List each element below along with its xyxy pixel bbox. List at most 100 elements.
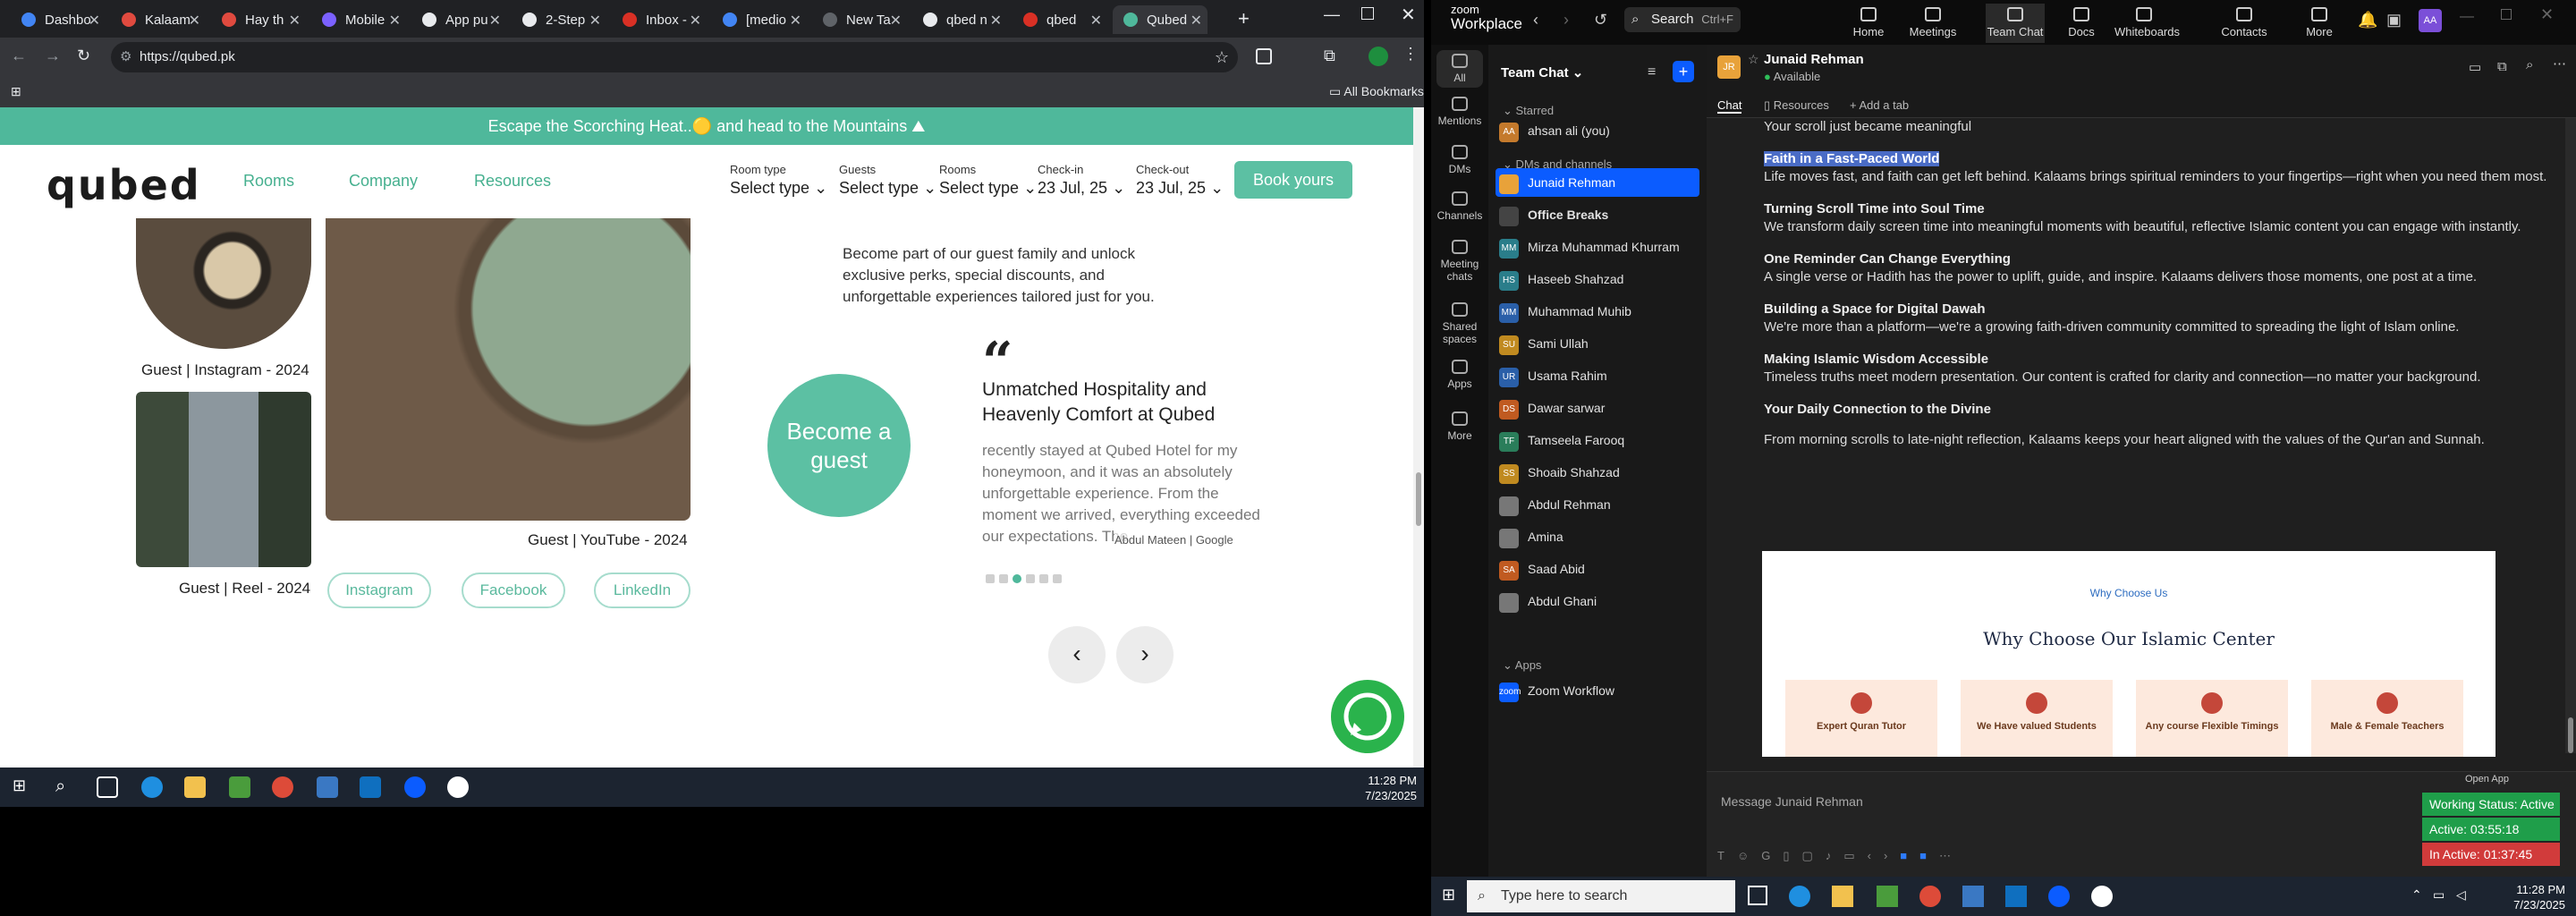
chat-list-item[interactable]: AA ahsan ali (you): [1496, 116, 1699, 145]
store-icon[interactable]: [229, 776, 250, 798]
top-nav-contacts[interactable]: Contacts: [2215, 4, 2274, 43]
extension-icon[interactable]: [1256, 48, 1272, 64]
clock[interactable]: 11:28 PM 7/23/2025: [2513, 882, 2565, 912]
emoji-icon[interactable]: ☺: [1737, 849, 1761, 862]
chrome-icon[interactable]: [272, 776, 293, 798]
volume-icon[interactable]: ◁: [2456, 887, 2466, 903]
image-attachment[interactable]: Why Choose Us Why Choose Our Islamic Cen…: [1762, 551, 2496, 757]
history-icon[interactable]: ↺: [1594, 11, 1607, 30]
rail-apps[interactable]: Apps: [1431, 360, 1488, 390]
vscode-icon[interactable]: [2005, 886, 2027, 907]
panel-icon[interactable]: ▣: [2386, 11, 2402, 30]
windows-start-icon[interactable]: ⊞: [1442, 886, 1455, 904]
store-icon[interactable]: [1877, 886, 1898, 907]
minimize-button[interactable]: —: [2460, 9, 2474, 25]
youtube-photo[interactable]: [326, 218, 691, 521]
rail-shared-spaces[interactable]: Shared spaces: [1431, 302, 1488, 345]
back-icon[interactable]: ←: [11, 47, 27, 65]
browser-tab[interactable]: [medio ✕: [712, 5, 807, 34]
file-icon[interactable]: ▯: [1783, 849, 1801, 862]
close-tab-icon[interactable]: ✕: [690, 12, 701, 30]
rail-dms[interactable]: DMs: [1431, 145, 1488, 175]
browser-tab[interactable]: Inbox - ✕: [612, 5, 707, 34]
chat-list-item[interactable]: Office Breaks: [1496, 200, 1699, 229]
instagram-photo[interactable]: [136, 218, 311, 349]
close-tab-icon[interactable]: ✕: [990, 12, 1002, 30]
top-nav-docs[interactable]: Docs: [2052, 4, 2111, 43]
chat-scrollbar[interactable]: [2565, 118, 2576, 753]
browser-tab[interactable]: New Ta ✕: [812, 5, 907, 34]
nav-rooms[interactable]: Rooms: [243, 172, 294, 191]
back-icon[interactable]: ‹: [1533, 11, 1538, 30]
chat-list-item[interactable]: Abdul Ghani: [1496, 587, 1699, 615]
chat-list-item[interactable]: MM Mirza Muhammad Khurram: [1496, 233, 1699, 261]
instagram-button[interactable]: Instagram: [327, 572, 431, 608]
close-tab-icon[interactable]: ✕: [189, 12, 200, 30]
zoom-search-field[interactable]: ⌕ Search Ctrl+F: [1624, 7, 1741, 32]
close-tab-icon[interactable]: ✕: [489, 12, 501, 30]
chat-list-item[interactable]: DS Dawar sarwar: [1496, 394, 1699, 422]
browser-tab[interactable]: App pu ✕: [411, 5, 506, 34]
browser-tab[interactable]: Qubed ✕: [1113, 5, 1208, 34]
edge-icon[interactable]: [1789, 886, 1810, 907]
extensions-puzzle-icon[interactable]: ⧉: [1324, 47, 1335, 65]
screenshot-icon[interactable]: ▢: [1802, 849, 1826, 862]
app-icon[interactable]: [317, 776, 338, 798]
reload-icon[interactable]: ↻: [77, 47, 90, 65]
browser-tab[interactable]: qbed ✕: [1013, 5, 1107, 34]
gif-icon[interactable]: G: [1761, 849, 1783, 862]
promo-banner[interactable]: Escape the Scorching Heat..🟡 and head to…: [0, 107, 1413, 145]
nav-resources[interactable]: Resources: [474, 172, 551, 191]
rail-meeting-chats[interactable]: Meeting chats: [1431, 240, 1488, 283]
rail-all[interactable]: All: [1436, 50, 1483, 88]
file-explorer-icon[interactable]: [184, 776, 206, 798]
page-scrollbar[interactable]: [1413, 107, 1424, 768]
task-view-icon[interactable]: [97, 776, 118, 798]
file-explorer-icon[interactable]: [1832, 886, 1853, 907]
profile-avatar[interactable]: [1368, 47, 1388, 66]
chat-list-item[interactable]: SS Shoaib Shahzad: [1496, 458, 1699, 487]
star-icon[interactable]: ☆: [1748, 52, 1759, 67]
windows-start-icon[interactable]: ⊞: [13, 776, 34, 798]
nav-company[interactable]: Company: [349, 172, 418, 191]
app-icon[interactable]: ■: [1900, 849, 1919, 862]
taskbar-search[interactable]: ⌕ Type here to search: [1467, 880, 1735, 912]
chat-list-item[interactable]: SU Sami Ullah: [1496, 329, 1699, 358]
browser-tab[interactable]: Mobile ✕: [311, 5, 406, 34]
new-tab-button[interactable]: +: [1238, 7, 1250, 30]
close-window-button[interactable]: ✕: [2540, 5, 2554, 24]
minimize-button[interactable]: —: [1324, 5, 1340, 24]
url-field[interactable]: ⚙ https://qubed.pk ☆: [111, 42, 1238, 72]
contact-avatar[interactable]: JR: [1717, 55, 1741, 79]
mic-icon[interactable]: ♪: [1826, 849, 1844, 862]
reel-photo[interactable]: [136, 392, 311, 567]
bookmark-star-icon[interactable]: ☆: [1215, 42, 1229, 72]
filter-icon[interactable]: ≡: [1648, 64, 1656, 81]
zoom-icon[interactable]: [404, 776, 426, 798]
browser-tab[interactable]: Kalaam ✕: [111, 5, 206, 34]
close-tab-icon[interactable]: ✕: [89, 12, 100, 30]
site-info-icon[interactable]: ⚙: [120, 42, 131, 72]
maximize-button[interactable]: [1361, 7, 1374, 20]
bell-icon[interactable]: 🔔: [2358, 11, 2377, 30]
chat-list-item[interactable]: Amina: [1496, 522, 1699, 551]
video-call-icon[interactable]: ▭: [2469, 59, 2481, 75]
close-window-button[interactable]: ✕: [1401, 4, 1416, 26]
qubed-logo[interactable]: qubed: [47, 161, 201, 209]
carousel-dot[interactable]: [1053, 574, 1062, 583]
chat-list-item[interactable]: zoom Zoom Workflow: [1496, 676, 1699, 705]
carousel-dot[interactable]: [1039, 574, 1048, 583]
tab-resources[interactable]: ▯ Resources: [1764, 98, 1829, 113]
forward-icon[interactable]: →: [45, 47, 61, 65]
chrome-icon[interactable]: [1919, 886, 1941, 907]
close-tab-icon[interactable]: ✕: [790, 12, 801, 30]
carousel-dot[interactable]: [1026, 574, 1035, 583]
close-tab-icon[interactable]: ✕: [389, 12, 401, 30]
apps-header[interactable]: ⌄ Apps: [1503, 658, 1541, 673]
linkedin-button[interactable]: LinkedIn: [594, 572, 691, 608]
browser-tab[interactable]: 2-Step ✕: [512, 5, 606, 34]
more-icon[interactable]: ⋯: [1939, 849, 1963, 862]
team-chat-title[interactable]: Team Chat ⌄: [1501, 64, 1583, 81]
contact-name[interactable]: Junaid Rehman: [1764, 52, 1864, 67]
page-scrollbar-thumb[interactable]: [1416, 472, 1421, 526]
